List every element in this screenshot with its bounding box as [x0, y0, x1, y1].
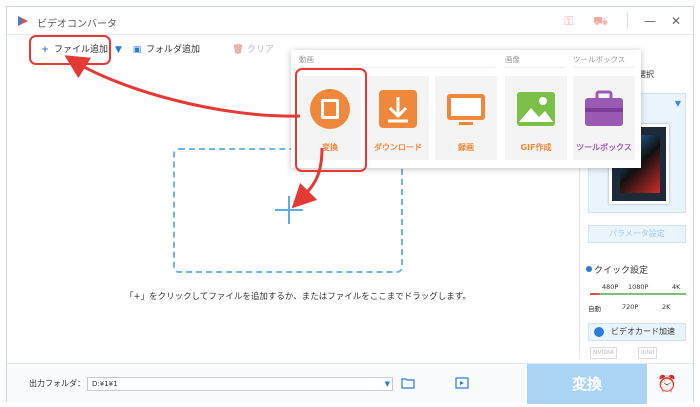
open-output-folder-icon[interactable] [455, 377, 469, 389]
section-image-header: 画像 [505, 54, 565, 68]
bottom-bar: 出力フォルダ： D:¥1¥1 ▼ 変換 ⏰ [7, 363, 693, 404]
toolbox-icon [585, 90, 623, 126]
folder-icon: ▣ [132, 45, 142, 55]
tile-toolbox[interactable]: ツールボックス [573, 76, 635, 160]
titlebar-divider [627, 13, 628, 29]
annotation-highlight-add-file [29, 35, 111, 65]
section-video-label: 動画 [299, 55, 314, 64]
drop-hint-text: 「+」をクリックしてファイルを追加するか、またはファイルをここまでドラッグします… [125, 292, 471, 302]
chevron-down-icon: ▼ [674, 99, 681, 108]
gpu-acceleration-button[interactable]: ビデオカード加速 [588, 323, 686, 341]
add-plus-icon[interactable] [275, 196, 303, 224]
quick-setting-icon [586, 266, 592, 272]
chevron-down-icon[interactable]: ▼ [385, 378, 390, 390]
clear-button[interactable]: 🗑 クリア [232, 42, 274, 58]
nvidia-badge: NVIDIA [590, 347, 617, 359]
parameter-settings-button[interactable]: パラメータ設定 [588, 225, 686, 243]
title-bar: ビデオコンバータ ⚿ ⛟ — ✕ [7, 7, 693, 35]
tile-download[interactable]: ダウンロード [367, 76, 429, 160]
gpu-acceleration-label: ビデオカード加速 [611, 327, 675, 336]
tile-download-label: ダウンロード [374, 143, 422, 152]
intel-badge: Intel [638, 347, 658, 359]
output-folder-field[interactable]: D:¥1¥1 ▼ [87, 377, 393, 391]
section-video-header: 動画 [299, 54, 495, 68]
tile-toolbox-label: ツールボックス [576, 143, 632, 152]
key-icon[interactable]: ⚿ [562, 14, 576, 28]
section-toolbox-header: ツールボックス [573, 54, 635, 68]
app-logo-icon [18, 16, 28, 26]
quality-slider[interactable] [590, 293, 686, 295]
annotation-highlight-convert [295, 68, 367, 172]
app-title: ビデオコンバータ [37, 19, 117, 30]
image-icon [517, 92, 555, 126]
tile-screen-record[interactable]: 録画 [435, 76, 497, 160]
download-icon [379, 90, 417, 128]
quality-label-4k: 4K [672, 283, 681, 291]
add-folder-button[interactable]: ▣ フォルダ追加 [131, 42, 200, 58]
convert-button[interactable]: 変換 [527, 364, 647, 404]
quality-label-480p: 480P [602, 283, 619, 291]
quick-setting-label: クイック設定 [594, 266, 649, 276]
quality-label-2k: 2K [662, 303, 671, 311]
quality-label-720p: 720P [622, 303, 639, 311]
browse-folder-icon[interactable] [401, 377, 415, 389]
quality-label-auto: 自動 [588, 305, 601, 313]
minimize-icon[interactable]: — [643, 14, 657, 28]
add-file-dropdown-icon[interactable]: ▼ [115, 42, 122, 58]
trash-icon: 🗑 [232, 45, 244, 55]
cart-icon[interactable]: ⛟ [593, 14, 608, 28]
gpu-icon [594, 327, 604, 337]
section-toolbox-label: ツールボックス [573, 55, 626, 64]
add-folder-label: フォルダ追加 [146, 45, 201, 55]
quality-label-1080p: 1080P [628, 283, 649, 291]
clear-label: クリア [247, 45, 275, 55]
section-image-label: 画像 [505, 55, 520, 64]
output-folder-path: D:¥1¥1 [92, 380, 118, 388]
alarm-clock-icon[interactable]: ⏰ [657, 374, 677, 394]
tile-gif-maker[interactable]: GIF作成 [505, 76, 567, 160]
close-icon[interactable]: ✕ [669, 14, 683, 28]
tile-gif-maker-label: GIF作成 [520, 143, 552, 152]
tile-screen-record-label: 録画 [458, 143, 474, 152]
screen-record-icon [447, 94, 485, 125]
output-folder-label: 出力フォルダ： [29, 379, 85, 388]
